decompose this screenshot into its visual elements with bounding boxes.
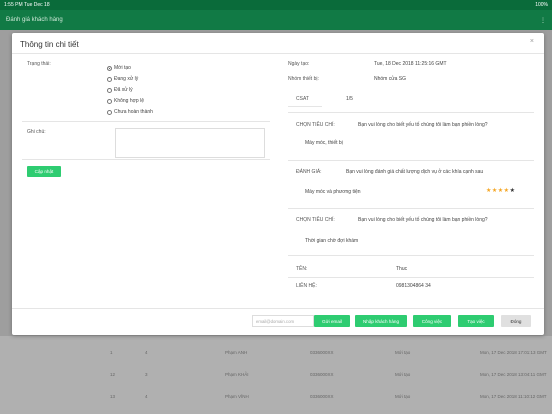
q1-text: Bạn vui lòng cho biết yếu tố chúng tôi l…: [358, 122, 488, 128]
battery-indicator: 100%: [535, 2, 548, 8]
group-label: Nhóm thiết bị:: [288, 76, 319, 82]
name-label: TÊN:: [296, 266, 308, 272]
email-input[interactable]: email@domain.com: [252, 315, 314, 327]
star-icon: ★: [509, 188, 516, 194]
status-radio-processing[interactable]: Đang xử lý: [107, 76, 138, 82]
contact-label: LIÊN HỆ:: [296, 283, 317, 289]
assign-button[interactable]: Công việc: [413, 315, 451, 327]
status-radio-incomplete[interactable]: Chưa hoàn thành: [107, 109, 153, 115]
divider: [22, 121, 270, 122]
status-label: Trạng thái:: [27, 61, 51, 67]
divider: [288, 160, 534, 161]
csat-value: 1/5: [346, 96, 353, 102]
q2-text: Bạn vui lòng cho biết yếu tố chúng tôi l…: [358, 217, 488, 223]
divider: [12, 53, 544, 54]
group-value: Nhóm cửa SG: [374, 76, 406, 82]
close-icon[interactable]: ×: [530, 38, 534, 45]
status-radio-processed[interactable]: Đã xử lý: [107, 87, 133, 93]
divider: [288, 112, 534, 113]
send-email-button[interactable]: Gửi email: [314, 315, 350, 327]
app-bar: Đánh giá khách hàng ⋮: [0, 10, 552, 30]
note-label: Ghi chú:: [27, 129, 46, 135]
rate-label: ĐÁNH GIÁ:: [296, 169, 322, 175]
radio-dot: [107, 76, 112, 82]
note-textarea[interactable]: [115, 128, 265, 158]
radio-dot: [107, 109, 112, 115]
divider: [288, 208, 534, 209]
name-value: Thuc: [396, 266, 408, 272]
create-task-button[interactable]: Tạo việc: [458, 315, 494, 327]
status-bar: 1:55 PM Tue Dec 18 100%: [0, 0, 552, 10]
q1-answer: Máy móc, thiết bị: [305, 140, 343, 146]
created-label: Ngày tạo:: [288, 61, 310, 67]
q2-label: CHỌN TIÊU CHÍ:: [296, 217, 335, 223]
table-row[interactable]: 12 3 Phạm KHẢI 0336000XX Mới tạo Mon, 17 De…: [0, 366, 552, 385]
menu-icon[interactable]: ⋮: [540, 17, 546, 24]
background-table: 14 Phạm ANH 0336000XX Mới tạo Mon, 17 Dec …: [0, 336, 552, 414]
status-time: 1:55 PM Tue Dec 18: [4, 2, 50, 8]
q2-answer: Thời gian chờ đợi khám: [305, 238, 359, 244]
csat-underline: [288, 106, 322, 107]
close-button[interactable]: Đóng: [501, 315, 531, 327]
table-row[interactable]: 14 Phạm ANH 0336000XX Mới tạo Mon, 17 Dec …: [0, 344, 552, 363]
footer-divider: [12, 308, 544, 309]
app-title: Đánh giá khách hàng: [6, 17, 63, 23]
rate-item: Máy móc và phương tiện: [305, 189, 361, 195]
status-radio-invalid[interactable]: Không hợp lệ: [107, 98, 144, 104]
rate-text: Bạn vui lòng đánh giá chất lượng dịch vụ…: [346, 169, 484, 175]
radio-dot: [107, 65, 112, 71]
table-row[interactable]: 13 4 Phạm VĨNH 0336000XX Mới tạo Mon, 17 De…: [0, 388, 552, 407]
status-radio-new[interactable]: Mới tạo: [107, 65, 131, 71]
customer-note-button[interactable]: Nhập khách hàng: [355, 315, 407, 327]
rating-stars: ★★★★★: [486, 187, 515, 194]
divider: [22, 159, 270, 160]
csat-label: CSAT: [296, 96, 309, 102]
divider: [288, 255, 534, 256]
divider: [288, 277, 534, 278]
update-button[interactable]: Cập nhật: [27, 166, 61, 177]
modal-title: Thông tin chi tiết: [20, 40, 79, 49]
q1-label: CHỌN TIÊU CHÍ:: [296, 122, 335, 128]
contact-value: 0981304864 34: [396, 283, 431, 289]
detail-modal: Thông tin chi tiết × Trạng thái: Mới tạo…: [12, 33, 544, 335]
radio-dot: [107, 87, 112, 93]
radio-dot: [107, 98, 112, 104]
created-value: Tue, 18 Dec 2018 11:25:16 GMT: [374, 61, 447, 67]
